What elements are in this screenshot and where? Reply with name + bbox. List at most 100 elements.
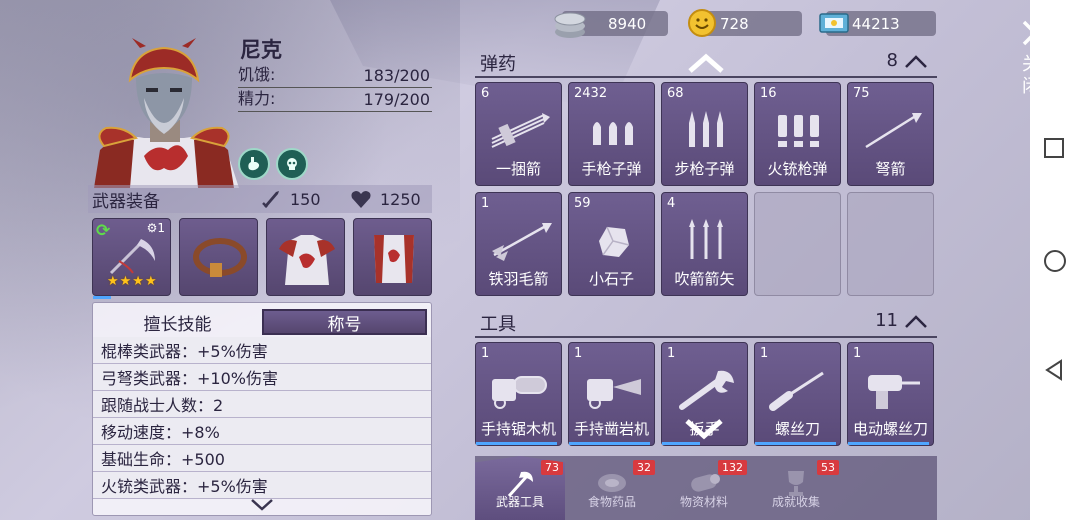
home-button[interactable]: [1042, 248, 1068, 278]
arrow-bundle-icon: [491, 113, 550, 148]
item-hand-drill[interactable]: 1 手持凿岩机: [568, 342, 655, 446]
item-label: 手持凿岩机: [573, 420, 649, 438]
item-count: 1: [481, 346, 490, 361]
attack-stat: 150: [260, 188, 350, 210]
electric-screwdriver-icon: [868, 375, 920, 409]
hunger-label: 饥饿:: [238, 65, 276, 84]
weapon-durability-bar: [93, 296, 111, 299]
tab-titles[interactable]: 称号: [262, 309, 427, 335]
item-crossbow-bolt[interactable]: 75 弩箭: [847, 82, 934, 186]
stomach-status-icon[interactable]: [238, 148, 270, 180]
tab-materials[interactable]: 132 物资材料: [659, 456, 749, 520]
tabard-icon: [374, 235, 414, 283]
item-count: 16: [760, 86, 777, 101]
hunger-value: 183/200: [363, 66, 430, 85]
item-label: 一捆箭: [495, 160, 541, 178]
item-count: 75: [853, 86, 870, 101]
ammo-section-title: 弹药: [480, 54, 516, 75]
item-count: 4: [667, 196, 676, 211]
item-rifle-ammo[interactable]: 68 步枪子弹: [661, 82, 748, 186]
item-label: 小石子: [588, 270, 634, 288]
skill-row: 棍棒类武器：+5%伤害: [93, 337, 431, 364]
collapse-chevron-icon: [905, 314, 927, 328]
pebble-icon: [599, 226, 630, 257]
tools-count: 11: [875, 310, 898, 331]
item-small-pebble[interactable]: 59 小石子: [568, 192, 655, 296]
back-button[interactable]: [1042, 358, 1066, 386]
smiley-amount: 728: [720, 14, 749, 33]
recent-apps-button[interactable]: [1042, 136, 1066, 164]
durability-bar: [476, 442, 557, 445]
item-count: 68: [667, 86, 684, 101]
item-count: 1: [853, 346, 862, 361]
item-hand-saw[interactable]: 1 手持锯木机: [475, 342, 562, 446]
item-screwdriver[interactable]: 1 螺丝刀: [754, 342, 841, 446]
item-label: 铁羽毛箭: [488, 270, 549, 288]
health-value: 1250: [380, 189, 421, 209]
skill-row: 跟随战士人数：2: [93, 391, 431, 418]
item-blow-dart[interactable]: 4 吹箭箭矢: [661, 192, 748, 296]
skills-tabs: 擅长技能 称号: [93, 303, 431, 337]
tab-label: 成就收集: [771, 495, 820, 509]
skill-row: 移动速度：+8%: [93, 418, 431, 445]
screwdriver-icon: [769, 371, 824, 411]
skull-status-icon[interactable]: [276, 148, 308, 180]
collapse-chevron-icon: [905, 54, 927, 68]
item-electric-screwdriver[interactable]: 1 电动螺丝刀: [847, 342, 934, 446]
weapon-stars: ★★★★: [107, 274, 158, 289]
leg-armor-slot[interactable]: [353, 218, 432, 296]
item-bundle-of-arrows[interactable]: 6 一捆箭: [475, 82, 562, 186]
skill-row: 弓弩类武器：+10%伤害: [93, 364, 431, 391]
scroll-up-chevron-icon[interactable]: [687, 52, 725, 74]
item-musket-ammo[interactable]: 16 火铳枪弹: [754, 82, 841, 186]
tab-badge: 32: [633, 460, 655, 475]
tab-weapons-tools[interactable]: 73 武器工具: [475, 456, 565, 520]
ticket-currency: 44213: [819, 11, 936, 36]
coin-stack-icon: [552, 5, 588, 41]
item-label: 弩箭: [875, 160, 906, 178]
durability-bar: [569, 442, 650, 445]
character-name: 尼克: [240, 38, 282, 62]
energy-value: 179/200: [363, 90, 430, 109]
silver-currency: 8940: [554, 11, 668, 38]
durability-bar: [662, 442, 701, 445]
silver-amount: 8940: [608, 14, 647, 33]
tab-food-medicine[interactable]: 32 食物药品: [567, 456, 657, 520]
accessory-slot[interactable]: [179, 218, 258, 296]
wrench-icon: [679, 370, 734, 410]
tab-achievements[interactable]: 53 成就收集: [751, 456, 841, 520]
ammo-count: 8: [886, 50, 898, 71]
tab-badge: 73: [541, 460, 563, 475]
scroll-down-chevron-icon[interactable]: [684, 418, 724, 440]
tab-badge: 132: [718, 460, 747, 475]
equipment-header: 武器装备 150 1250: [88, 185, 432, 213]
empty-slot: [847, 192, 934, 296]
sword-icon: [262, 191, 279, 208]
item-label: 步枪子弹: [674, 160, 735, 178]
armor-slot[interactable]: [266, 218, 345, 296]
durability-bar: [755, 442, 836, 445]
item-iron-feather-arrow[interactable]: 1 铁羽毛箭: [475, 192, 562, 296]
tab-label: 武器工具: [495, 495, 544, 509]
empty-slot: [754, 192, 841, 296]
armor-icon: [279, 235, 335, 285]
musket-shells-icon: [778, 115, 819, 147]
skill-row: 火铳类武器：+5%伤害: [93, 472, 431, 499]
tab-label: 食物药品: [587, 495, 636, 509]
tab-specialty-skills[interactable]: 擅长技能: [97, 309, 258, 335]
smiley-currency: 728: [688, 9, 802, 37]
durability-bar: [848, 442, 929, 445]
tab-badge: 53: [817, 460, 839, 475]
pistol-bullets-icon: [593, 122, 633, 145]
tools-section-count[interactable]: 11: [875, 310, 928, 331]
tab-label: 物资材料: [679, 495, 728, 509]
weapon-slot[interactable]: ⟳ ⚙1 ★★★★: [92, 218, 171, 299]
item-pistol-ammo[interactable]: 2432 手枪子弹: [568, 82, 655, 186]
item-count: 6: [481, 86, 490, 101]
system-nav-bar: [1030, 0, 1080, 520]
item-count: 1: [760, 346, 769, 361]
ammo-divider: [475, 76, 937, 78]
rock-drill-icon: [587, 379, 641, 409]
ammo-section-count[interactable]: 8: [887, 50, 928, 71]
scroll-down-chevron-icon[interactable]: [249, 497, 275, 513]
